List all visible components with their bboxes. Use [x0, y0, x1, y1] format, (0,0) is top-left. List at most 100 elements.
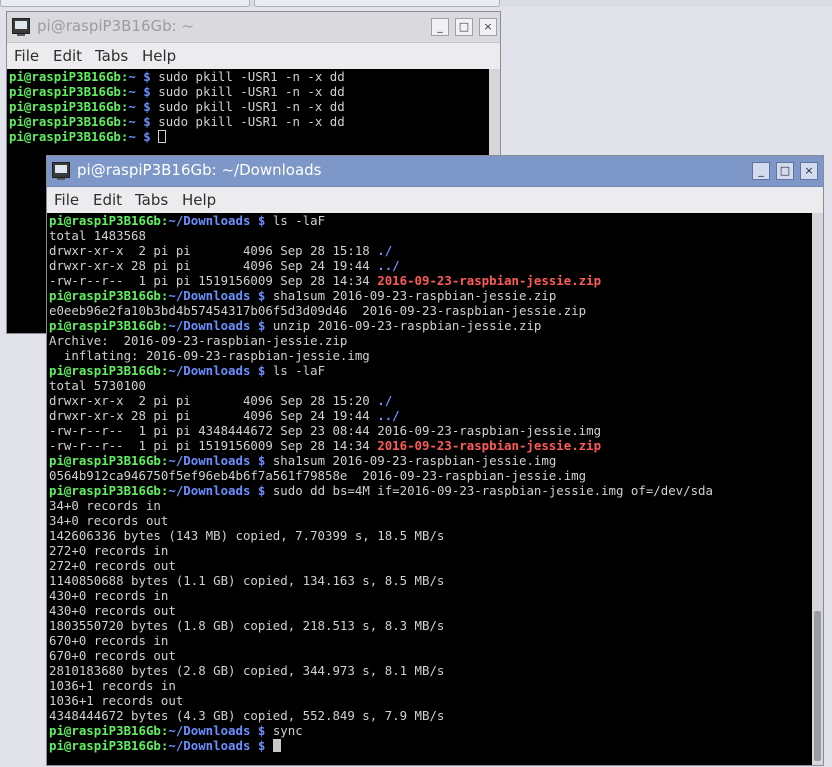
menu-file[interactable]: File — [54, 191, 79, 209]
terminal-line: 670+0 records in — [47, 633, 812, 648]
ls-entry-attrs: -rw-r--r-- 1 pi pi 4348444672 Sep 23 08:… — [49, 423, 378, 438]
output-text: 2810183680 bytes (2.8 GB) copied, 344.97… — [49, 663, 445, 678]
prompt-path: ~/Downloads — [168, 723, 251, 738]
prompt-user: pi@raspiP3B16Gb — [49, 363, 161, 378]
taskbar-button-terminal-2[interactable] — [254, 0, 500, 7]
menubar: File Edit Tabs Help — [47, 187, 823, 213]
output-text: 1036+1 records in — [49, 678, 176, 693]
minimize-button[interactable]: _ — [752, 162, 770, 180]
terminal-line: pi@raspiP3B16Gb:~/Downloads $ ls -laF — [47, 363, 812, 378]
taskbar-button-terminal-1[interactable] — [0, 0, 250, 7]
ls-entry-name: 2016-09-23-raspbian-jessie.zip — [377, 438, 602, 453]
prompt-path: ~/Downloads — [168, 738, 251, 753]
menu-edit[interactable]: Edit — [93, 191, 122, 209]
terminal-line: -rw-r--r-- 1 pi pi 4348444672 Sep 23 08:… — [47, 423, 812, 438]
window-titlebar[interactable]: pi@raspiP3B16Gb: ~/Downloads _ □ × — [47, 156, 823, 187]
output-text: 4348444672 bytes (4.3 GB) copied, 552.84… — [49, 708, 445, 723]
output-text: 142606336 bytes (143 MB) copied, 7.70399… — [49, 528, 445, 543]
prompt-user: pi@raspiP3B16Gb — [9, 129, 121, 144]
terminal-line: pi@raspiP3B16Gb:~/Downloads $ — [47, 738, 812, 753]
prompt-symbol: $ — [135, 99, 159, 114]
command-text: ls -laF — [272, 213, 326, 228]
close-button[interactable]: × — [479, 18, 497, 36]
menubar: File Edit Tabs Help — [7, 43, 500, 69]
terminal-line: pi@raspiP3B16Gb:~/Downloads $ sha1sum 20… — [47, 288, 812, 303]
window-titlebar[interactable]: pi@raspiP3B16Gb: ~ _ □ × — [7, 12, 500, 43]
terminal-line: 142606336 bytes (143 MB) copied, 7.70399… — [47, 528, 812, 543]
prompt-user: pi@raspiP3B16Gb — [49, 738, 161, 753]
output-text: 670+0 records out — [49, 648, 176, 663]
prompt-path: ~ — [128, 114, 136, 129]
command-text: sudo pkill -USR1 -n -x dd — [158, 84, 345, 99]
output-text: total 5730100 — [49, 378, 146, 393]
terminal-line: drwxr-xr-x 28 pi pi 4096 Sep 24 19:44 ..… — [47, 408, 812, 423]
ls-entry-name: 2016-09-23-raspbian-jessie.img — [377, 423, 602, 438]
command-text: sudo pkill -USR1 -n -x dd — [158, 99, 345, 114]
command-text: ls -laF — [272, 363, 326, 378]
ls-entry-name: ../ — [377, 408, 400, 423]
ls-entry-attrs: drwxr-xr-x 2 pi pi 4096 Sep 28 15:20 — [49, 393, 378, 408]
prompt-path: ~ — [128, 84, 136, 99]
command-text: sudo pkill -USR1 -n -x dd — [158, 114, 345, 129]
scrollbar-thumb[interactable] — [814, 611, 821, 761]
terminal-line: pi@raspiP3B16Gb:~ $ sudo pkill -USR1 -n … — [7, 114, 489, 129]
terminal-line: pi@raspiP3B16Gb:~/Downloads $ ls -laF — [47, 213, 812, 228]
terminal-line: total 1483568 — [47, 228, 812, 243]
close-button[interactable]: × — [800, 162, 818, 180]
prompt-symbol: $ — [250, 318, 273, 333]
prompt-symbol: $ — [135, 69, 159, 84]
prompt-user: pi@raspiP3B16Gb — [49, 483, 161, 498]
minimize-button[interactable]: _ — [431, 18, 449, 36]
prompt-symbol: $ — [250, 213, 273, 228]
prompt-symbol: $ — [135, 84, 159, 99]
prompt-symbol: $ — [135, 114, 159, 129]
output-text: 430+0 records out — [49, 603, 176, 618]
prompt-user: pi@raspiP3B16Gb — [49, 318, 161, 333]
ls-entry-attrs: drwxr-xr-x 2 pi pi 4096 Sep 28 15:18 — [49, 243, 378, 258]
prompt-path: ~ — [128, 99, 136, 114]
terminal-line: 430+0 records in — [47, 588, 812, 603]
menu-help[interactable]: Help — [142, 47, 176, 65]
terminal-line: 670+0 records out — [47, 648, 812, 663]
output-text: inflating: 2016-09-23-raspbian-jessie.im… — [49, 348, 370, 363]
ls-entry-attrs: drwxr-xr-x 28 pi pi 4096 Sep 24 19:44 — [49, 258, 378, 273]
menu-edit[interactable]: Edit — [53, 47, 82, 65]
terminal-line: drwxr-xr-x 2 pi pi 4096 Sep 28 15:18 ./ — [47, 243, 812, 258]
prompt-user: pi@raspiP3B16Gb — [49, 453, 161, 468]
command-text: sync — [272, 723, 303, 738]
terminal-line: 34+0 records in — [47, 498, 812, 513]
taskbar — [0, 0, 832, 7]
prompt-symbol: $ — [135, 129, 159, 144]
terminal-line: 272+0 records in — [47, 543, 812, 558]
output-text: 1140850688 bytes (1.1 GB) copied, 134.16… — [49, 573, 445, 588]
output-text: 1803550720 bytes (1.8 GB) copied, 218.51… — [49, 618, 445, 633]
maximize-button[interactable]: □ — [776, 162, 794, 180]
prompt-user: pi@raspiP3B16Gb — [49, 288, 161, 303]
ls-entry-attrs: -rw-r--r-- 1 pi pi 1519156009 Sep 28 14:… — [49, 438, 378, 453]
prompt-path: ~/Downloads — [168, 318, 251, 333]
ls-entry-name: 2016-09-23-raspbian-jessie.zip — [377, 273, 602, 288]
terminal-line: drwxr-xr-x 2 pi pi 4096 Sep 28 15:20 ./ — [47, 393, 812, 408]
terminal-line: pi@raspiP3B16Gb:~ $ sudo pkill -USR1 -n … — [7, 99, 489, 114]
menu-help[interactable]: Help — [182, 191, 216, 209]
output-text: 272+0 records in — [49, 543, 169, 558]
menu-tabs[interactable]: Tabs — [135, 191, 168, 209]
prompt-user: pi@raspiP3B16Gb — [49, 723, 161, 738]
terminal-output[interactable]: pi@raspiP3B16Gb:~/Downloads $ ls -laF tot… — [47, 213, 812, 765]
terminal-line: 272+0 records out — [47, 558, 812, 573]
output-text: 272+0 records out — [49, 558, 176, 573]
terminal-window-downloads[interactable]: pi@raspiP3B16Gb: ~/Downloads _ □ × File … — [46, 155, 824, 766]
command-text: sudo dd bs=4M if=2016-09-23-raspbian-jes… — [272, 483, 713, 498]
terminal-line: pi@raspiP3B16Gb:~/Downloads $ sha1sum 20… — [47, 453, 812, 468]
menu-tabs[interactable]: Tabs — [95, 47, 128, 65]
prompt-path: ~ — [128, 129, 136, 144]
menu-file[interactable]: File — [14, 47, 39, 65]
terminal-line: 1803550720 bytes (1.8 GB) copied, 218.51… — [47, 618, 812, 633]
terminal-line: 0564b912ca946750f5ef96eb4b6f7a561f79858e… — [47, 468, 812, 483]
terminal-line: 34+0 records out — [47, 513, 812, 528]
prompt-path: ~ — [128, 69, 136, 84]
terminal-line: -rw-r--r-- 1 pi pi 1519156009 Sep 28 14:… — [47, 273, 812, 288]
maximize-button[interactable]: □ — [455, 18, 473, 36]
scrollbar[interactable] — [812, 213, 823, 765]
ls-entry-name: ./ — [377, 393, 393, 408]
